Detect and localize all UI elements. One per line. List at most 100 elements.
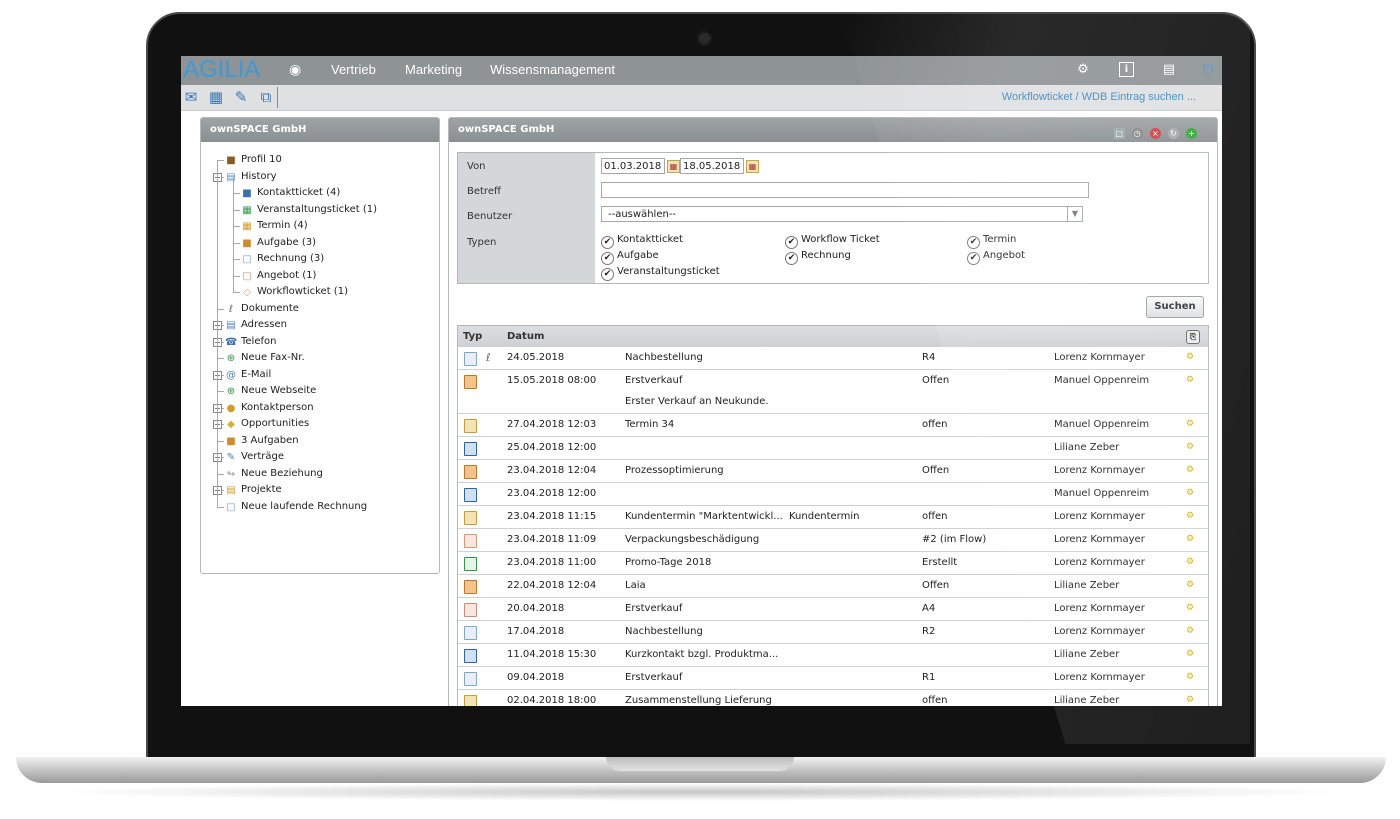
tree-item[interactable]: ■ 3 Aufgaben — [225, 433, 298, 449]
tree-item[interactable]: ⊕ Neue Fax-Nr. — [225, 350, 305, 366]
type-checkbox[interactable]: ✔ Rechnung — [785, 249, 851, 265]
app-logo[interactable]: AGILIA — [183, 56, 260, 83]
checkmark-icon[interactable]: ✔ — [601, 252, 614, 265]
table-row[interactable]: 15.05.2018 08:00 Erstverkauf Offen Manuel O… — [458, 370, 1208, 414]
type-checkbox[interactable]: ✔ Kontaktticket — [601, 233, 683, 249]
table-row[interactable]: 23.04.2018 11:00 Promo-Tage 2018 Erstellt L… — [458, 552, 1208, 575]
checkmark-icon[interactable]: ✔ — [967, 252, 980, 265]
type-checkbox[interactable]: ✔ Veranstaltungsticket — [601, 265, 720, 281]
tree-item[interactable]: ● Kontaktperson — [225, 400, 314, 416]
benutzer-select[interactable]: --auswählen-- ▼ — [601, 206, 1083, 222]
type-checkbox[interactable]: ✔ Workflow Ticket — [785, 233, 880, 249]
tree-item[interactable]: ✎ Verträge — [225, 449, 284, 465]
row-settings-gear-icon[interactable]: ⚙ — [1186, 695, 1194, 705]
add-circle-icon[interactable]: + — [1186, 128, 1197, 139]
row-settings-gear-icon[interactable]: ⚙ — [1186, 419, 1194, 429]
row-settings-gear-icon[interactable]: ⚙ — [1186, 649, 1194, 659]
tree-item[interactable]: ▤ Projekte — [225, 482, 281, 498]
search-button[interactable]: Suchen — [1146, 296, 1204, 318]
table-row[interactable]: 20.04.2018 Erstverkauf A4 Lorenz Kornmayer ⚙ — [458, 598, 1208, 621]
mail-icon[interactable]: ✉ — [182, 88, 200, 106]
table-row[interactable]: 11.04.2018 15:30 Kurzkontakt bzgl. Produk… — [458, 644, 1208, 667]
table-row[interactable]: ℓ 24.05.2018 Nachbestellung R4 Lorenz Kornma… — [458, 347, 1208, 370]
calendar-picker-icon[interactable]: ▦ — [746, 160, 759, 173]
header-typ[interactable]: Typ — [463, 326, 482, 347]
row-settings-gear-icon[interactable]: ⚙ — [1186, 557, 1194, 567]
tree-item[interactable]: @ E-Mail — [225, 367, 271, 383]
row-settings-gear-icon[interactable]: ⚙ — [1186, 488, 1194, 498]
table-row[interactable]: 02.04.2018 18:00 Zusammenstellung Lieferu… — [458, 690, 1208, 706]
row-settings-gear-icon[interactable]: ⚙ — [1186, 534, 1194, 544]
table-row[interactable]: 27.04.2018 12:03 Termin 34 offen Manuel Opp… — [458, 414, 1208, 437]
header-datum[interactable]: Datum — [507, 326, 544, 347]
row-settings-gear-icon[interactable]: ⚙ — [1186, 580, 1194, 590]
nav-marketing[interactable]: Marketing — [405, 56, 462, 83]
webcam — [697, 31, 712, 46]
type-checkbox[interactable]: ✔ Angebot — [967, 249, 1025, 265]
type-checkbox[interactable]: ✔ Aufgabe — [601, 249, 659, 265]
row-user: Liliane Zeber — [1054, 442, 1120, 453]
paperclip-icon[interactable]: ℓ — [486, 351, 491, 364]
calendar-picker-icon[interactable]: ▦ — [667, 160, 680, 173]
dashboard-icon[interactable]: ◉ — [289, 56, 301, 85]
row-settings-gear-icon[interactable]: ⚙ — [1186, 442, 1194, 452]
tree-item[interactable]: □ Rechnung (3) — [241, 251, 324, 267]
copy-documents-icon[interactable]: ⧉ — [257, 88, 275, 106]
table-row[interactable]: 09.04.2018 Erstverkauf R1 Lorenz Kornmayer ⚙ — [458, 667, 1208, 690]
edit-note-icon[interactable]: ✎ — [232, 88, 250, 106]
calendar-icon[interactable]: ▦ — [207, 88, 225, 106]
table-row[interactable]: 23.04.2018 12:00 Manuel Oppenreim ⚙ — [458, 483, 1208, 506]
tree-item[interactable]: □ Angebot (1) — [241, 268, 316, 284]
checkmark-icon[interactable]: ✔ — [601, 236, 614, 249]
settings-gear-icon[interactable]: ⚙ — [1075, 62, 1091, 78]
row-settings-gear-icon[interactable]: ⚙ — [1186, 352, 1194, 362]
nav-vertrieb[interactable]: Vertrieb — [331, 56, 376, 83]
tree-item[interactable]: ▦ Veranstaltungsticket (1) — [241, 202, 377, 218]
tree-item[interactable]: ■ Profil 10 — [225, 152, 282, 168]
refresh-icon[interactable]: ↻ — [1167, 128, 1179, 139]
tree-item[interactable]: ■ Kontaktticket (4) — [241, 185, 340, 201]
row-settings-gear-icon[interactable]: ⚙ — [1186, 465, 1194, 475]
checkmark-icon[interactable]: ✔ — [601, 268, 614, 281]
date-from-input[interactable]: 01.03.2018 — [601, 158, 665, 174]
row-settings-gear-icon[interactable]: ⚙ — [1186, 603, 1194, 613]
table-row[interactable]: 23.04.2018 12:04 Prozessoptimierung Offen L… — [458, 460, 1208, 483]
tree-item[interactable]: ☎ Telefon — [225, 334, 276, 350]
checkmark-icon[interactable]: ✔ — [785, 236, 798, 249]
row-settings-gear-icon[interactable]: ⚙ — [1186, 672, 1194, 682]
delete-icon[interactable]: × — [1149, 128, 1161, 139]
row-settings-gear-icon[interactable]: ⚙ — [1186, 511, 1194, 521]
tree-item[interactable]: ↬ Neue Beziehung — [225, 466, 323, 482]
checkmark-icon[interactable]: ✔ — [967, 236, 980, 249]
breadcrumb[interactable]: Workflowticket / WDB Eintrag suchen ... — [1002, 85, 1196, 110]
row-settings-gear-icon[interactable]: ⚙ — [1186, 626, 1194, 636]
clock-icon[interactable]: ◷ — [1131, 128, 1143, 139]
tree-item[interactable]: ◇ Workflowticket (1) — [241, 284, 348, 300]
tree-item[interactable]: ▦ Termin (4) — [241, 218, 307, 234]
betreff-input[interactable] — [601, 182, 1089, 198]
tree-item[interactable]: ■ Aufgabe (3) — [241, 235, 316, 251]
type-checkbox[interactable]: ✔ Termin — [967, 233, 1016, 249]
tree-item[interactable]: ⊕ Neue Webseite — [225, 383, 317, 399]
database-icon[interactable]: ▤ — [1161, 62, 1177, 78]
power-icon[interactable]: ⏻ — [1200, 62, 1216, 78]
row-settings-gear-icon[interactable]: ⚙ — [1186, 375, 1194, 385]
nav-wissensmanagement[interactable]: Wissensmanagement — [490, 56, 615, 83]
table-row[interactable]: 17.04.2018 Nachbestellung R2 Lorenz Kornmay… — [458, 621, 1208, 644]
table-row[interactable]: 25.04.2018 12:00 Liliane Zeber ⚙ — [458, 437, 1208, 460]
tree-item[interactable]: ▤ Adressen — [225, 317, 287, 333]
document-icon[interactable]: □ — [1113, 128, 1125, 139]
table-row[interactable]: 23.04.2018 11:09 Verpackungsbeschädigung #… — [458, 529, 1208, 552]
tree-item-label: Kontaktperson — [241, 401, 314, 413]
table-row[interactable]: 23.04.2018 11:15 Kundentermin "Marktentwi… — [458, 506, 1208, 529]
row-date: 22.04.2018 12:04 — [507, 580, 597, 591]
chevron-down-icon[interactable]: ▼ — [1067, 207, 1082, 221]
tree-item[interactable]: ℓ Dokumente — [225, 301, 299, 317]
print-icon[interactable]: ⎘ — [1186, 330, 1200, 344]
info-icon[interactable]: i — [1119, 62, 1134, 77]
table-row[interactable]: 22.04.2018 12:04 Laia Offen Liliane Zeber ⚙ — [458, 575, 1208, 598]
tree-item[interactable]: ◆ Opportunities — [225, 416, 309, 432]
tree-item[interactable]: □ Neue laufende Rechnung — [225, 499, 367, 515]
date-to-input[interactable]: 18.05.2018 — [680, 158, 744, 174]
checkmark-icon[interactable]: ✔ — [785, 252, 798, 265]
